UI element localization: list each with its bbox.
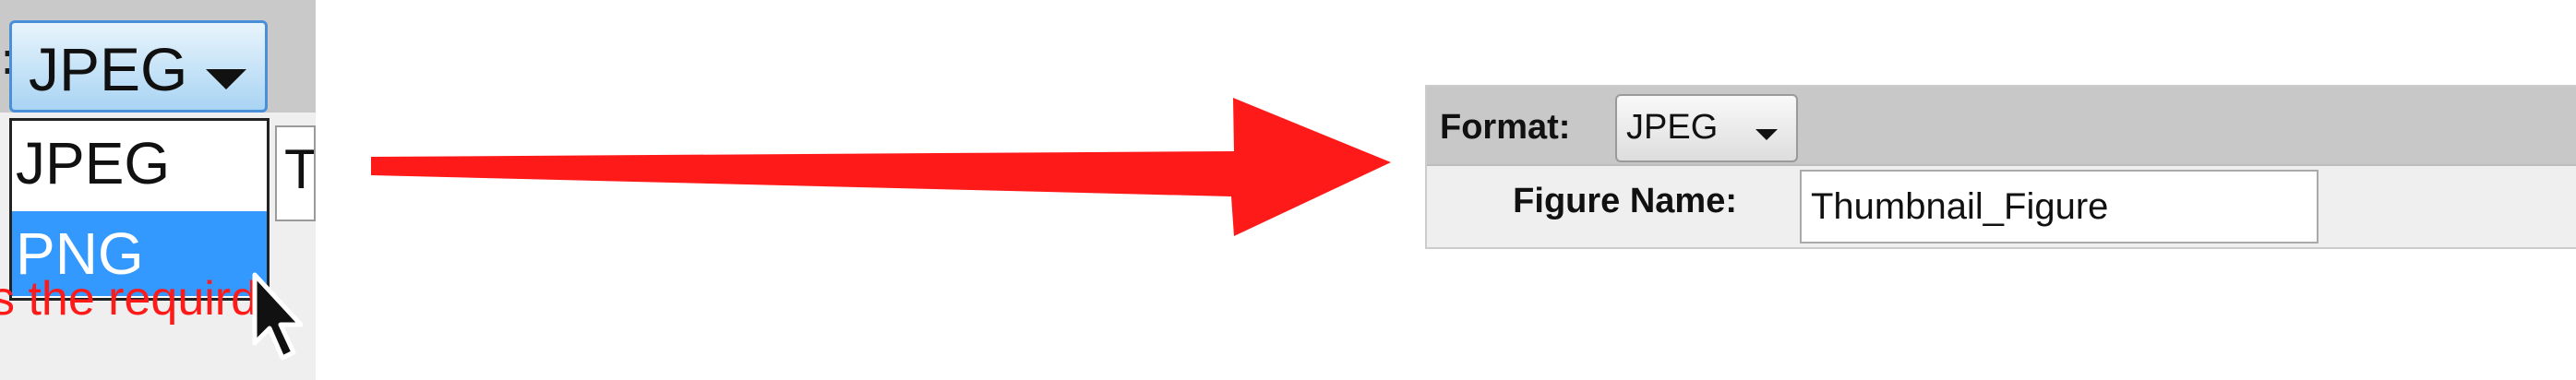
after-form-panel: Format: JPEG Figure Name: Thumbnail_Figu… <box>1425 85 2576 249</box>
format-row: Format: JPEG <box>1427 87 2576 166</box>
format-select-value: JPEG <box>1626 108 1719 147</box>
format-label: Format: <box>1440 108 1571 147</box>
partial-input-text: T <box>284 138 316 200</box>
dropdown-option-jpeg[interactable]: JPEG <box>12 121 267 206</box>
before-screenshot: : JPEG JPEG PNG T s the requird <box>0 0 316 380</box>
format-select[interactable]: JPEG <box>1615 94 1798 162</box>
figure-name-label: Figure Name: <box>1513 182 1737 220</box>
partial-text-input[interactable]: T <box>275 125 316 221</box>
partial-colon: : <box>0 33 16 85</box>
format-select-value: JPEG <box>29 35 188 103</box>
chevron-down-icon <box>206 69 246 89</box>
format-select-open[interactable]: JPEG <box>9 20 268 113</box>
right-arrow-icon <box>371 98 1391 236</box>
mouse-pointer-icon <box>252 272 304 361</box>
figure-name-input[interactable]: Thumbnail_Figure <box>1800 170 2318 243</box>
chevron-down-icon <box>1755 129 1778 140</box>
